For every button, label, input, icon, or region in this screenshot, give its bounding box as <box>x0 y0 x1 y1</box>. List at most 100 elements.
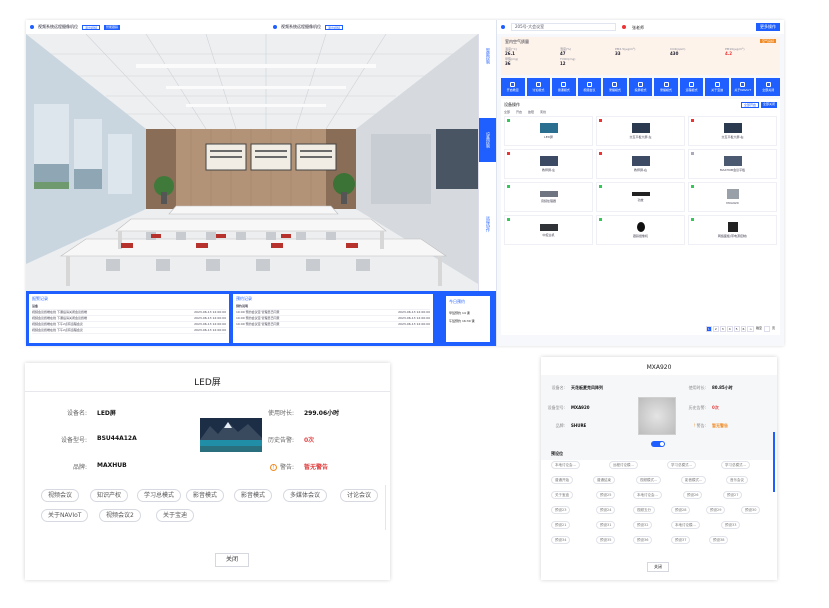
page-button[interactable]: 4 <box>726 326 733 332</box>
device-card[interactable]: 交互平板大屏-右 <box>688 116 777 146</box>
mode-button[interactable]: 开启教室 <box>501 78 525 96</box>
device-thumbnail <box>539 191 558 197</box>
next-page-button[interactable]: > <box>747 326 754 332</box>
device-card[interactable]: MAXHUB会议平板 <box>688 149 777 179</box>
mode-chip[interactable]: 多媒体会议 <box>283 489 328 502</box>
room-select-input[interactable]: 205号-大会议室 <box>511 23 616 31</box>
vtab-device-control[interactable]: 设备控制 <box>479 118 497 162</box>
preset-chip[interactable]: 预设21 <box>551 521 571 529</box>
filter-offline[interactable]: 离线 <box>540 110 546 114</box>
smart-track-button[interactable]: 智能跟踪 <box>104 24 121 30</box>
vtab-remote[interactable]: 远程协作 <box>479 202 497 246</box>
filter-fault[interactable]: 故障 <box>528 110 534 114</box>
device-card[interactable]: MXA920 <box>688 182 777 212</box>
preset-chip[interactable]: 预设27 <box>723 491 743 499</box>
device-card[interactable]: 音频处理器 <box>504 182 593 212</box>
preset-chip[interactable]: 预设30 <box>741 506 761 514</box>
mode-button[interactable]: 远程模式 <box>679 78 704 96</box>
mode-chip[interactable]: 影音模式 <box>186 489 225 502</box>
mode-button[interactable]: 投屏模式 <box>628 78 653 96</box>
table-row[interactable]: 视频会议终端在线 下午2点有远程会议 2023-06-13 12:00:00 <box>32 328 226 334</box>
mode-button[interactable]: 关于NAVIoT <box>730 78 755 96</box>
preset-chip[interactable]: 预设26 <box>683 491 703 499</box>
preset-chip[interactable]: 本地讨论会... <box>551 461 580 469</box>
preset-chip[interactable]: 预设35 <box>596 536 616 544</box>
mode-button[interactable]: 关于宝迪 <box>705 78 729 96</box>
device-card[interactable]: 教师屏-左 <box>504 149 593 179</box>
preset-chip[interactable]: 本地讨论会... <box>633 491 662 499</box>
filter-on[interactable]: 开启 <box>516 110 522 114</box>
more-actions-button[interactable]: 更多操作 <box>756 23 780 31</box>
preset-chip[interactable]: 本地讨论模... <box>671 521 700 529</box>
page-button[interactable]: 5 <box>733 326 740 332</box>
device-card[interactable]: 中控主机 <box>504 215 593 245</box>
page-button[interactable]: 1 <box>705 326 712 332</box>
preset-chip[interactable]: 预设36 <box>633 536 653 544</box>
preset-chip[interactable]: 视频五分 <box>633 506 655 514</box>
vtab-smart-control[interactable]: 智能控制 <box>479 34 497 78</box>
field-label: 历史告警: <box>267 437 294 444</box>
mode-chip[interactable]: 视频会议2 <box>99 509 141 522</box>
preset-chip[interactable]: 影音模式... <box>681 476 707 484</box>
close-button[interactable]: 关闭 <box>215 553 249 567</box>
scrollbar[interactable] <box>773 432 775 492</box>
mode-chip[interactable]: 学习总模式 <box>137 489 182 502</box>
all-on-button[interactable]: 全部开启 <box>740 102 759 108</box>
mode-button[interactable]: 录播模式 <box>603 78 627 96</box>
device-thumbnail <box>631 123 650 133</box>
preset-chip[interactable]: 预设29 <box>706 506 726 514</box>
preset-chip[interactable]: 预设25 <box>596 491 616 499</box>
power-toggle[interactable] <box>651 441 665 447</box>
field-label: 使用时长: <box>267 410 294 417</box>
preset-chip[interactable]: 预设28 <box>671 506 691 514</box>
preset-chip[interactable]: 关于宝迪 <box>551 491 573 499</box>
device-card[interactable]: 教师屏-右 <box>596 149 685 179</box>
mode-label: 讨论模式 <box>532 88 545 92</box>
preset-chip[interactable]: 远程讨论模... <box>609 461 638 469</box>
mode-chip[interactable]: 讨论会议 <box>340 489 379 502</box>
device-card[interactable]: 交互平板大屏-左 <box>596 116 685 146</box>
preset-chip[interactable]: 普通结束 <box>593 476 615 484</box>
preset-chip[interactable]: 音乐会议 <box>726 476 748 484</box>
preset-chip[interactable]: 学习总模式... <box>721 461 750 469</box>
preset-chip[interactable]: 普通开始 <box>551 476 573 484</box>
preset-chip[interactable]: 学习总模式... <box>667 461 696 469</box>
room-search-row: 205号-大会议室 张老师 更多操作 <box>497 20 784 34</box>
preset-chip[interactable]: 预设32 <box>633 521 653 529</box>
preset-chip[interactable]: 预设37 <box>671 536 691 544</box>
page-button[interactable]: 3 <box>719 326 726 332</box>
preset-chip[interactable]: 预设24 <box>596 506 616 514</box>
exit-video-button[interactable]: 退出视频 <box>82 24 101 30</box>
preset-chip[interactable]: 视频模式... <box>636 476 662 484</box>
mode-button[interactable]: 录播模式 <box>654 78 678 96</box>
mode-chip[interactable]: 影音模式 <box>234 489 273 502</box>
device-card[interactable]: LED屏 <box>504 116 593 146</box>
device-card[interactable]: 网络面板(带电源控制) <box>688 215 777 245</box>
goto-input[interactable] <box>763 326 770 332</box>
exit-video-button-right[interactable]: 退出视频 <box>325 24 344 30</box>
mode-chip[interactable]: 知识产权 <box>90 489 129 502</box>
device-card[interactable]: 功放 <box>596 182 685 212</box>
preset-chip[interactable]: 预设33 <box>721 521 741 529</box>
page-button[interactable]: 6 <box>740 326 747 332</box>
env-pm10: PM10(μg/m³) 4.2 <box>725 47 776 56</box>
table-row[interactable]: 10:00 预约会议室 管理员已同意 2023-06-13 12:00:00 <box>236 322 430 328</box>
page-button[interactable]: 2 <box>712 326 719 332</box>
mode-chip[interactable]: 视频会议 <box>41 489 80 502</box>
camera-toolbar: 视频系统远程摄像机位 退出视频 智能跟踪 视频系统远程摄像机位 退出视频 <box>26 20 496 34</box>
preset-chip[interactable]: 预设31 <box>596 521 616 529</box>
mode-button[interactable]: 授课模式 <box>552 78 576 96</box>
mode-chip[interactable]: 关于NAVIoT <box>41 509 89 522</box>
device-card[interactable]: 跟踪摄像机 <box>596 215 685 245</box>
mode-button[interactable]: 全部关闭 <box>756 78 781 96</box>
mode-button[interactable]: 讨论模式 <box>526 78 551 96</box>
mode-button[interactable]: 视频会议 <box>577 78 602 96</box>
preset-chip[interactable]: 预设34 <box>551 536 571 544</box>
all-off-button[interactable]: 全部关闭 <box>760 102 777 108</box>
preset-chip[interactable]: 预设38 <box>709 536 729 544</box>
preset-chip[interactable]: 预设23 <box>551 506 571 514</box>
close-button[interactable]: 关闭 <box>647 562 669 572</box>
mode-chip[interactable]: 关于宝迪 <box>156 509 195 522</box>
filter-all[interactable]: 全部 <box>504 110 510 114</box>
device-name: 教师屏-左 <box>541 168 556 172</box>
